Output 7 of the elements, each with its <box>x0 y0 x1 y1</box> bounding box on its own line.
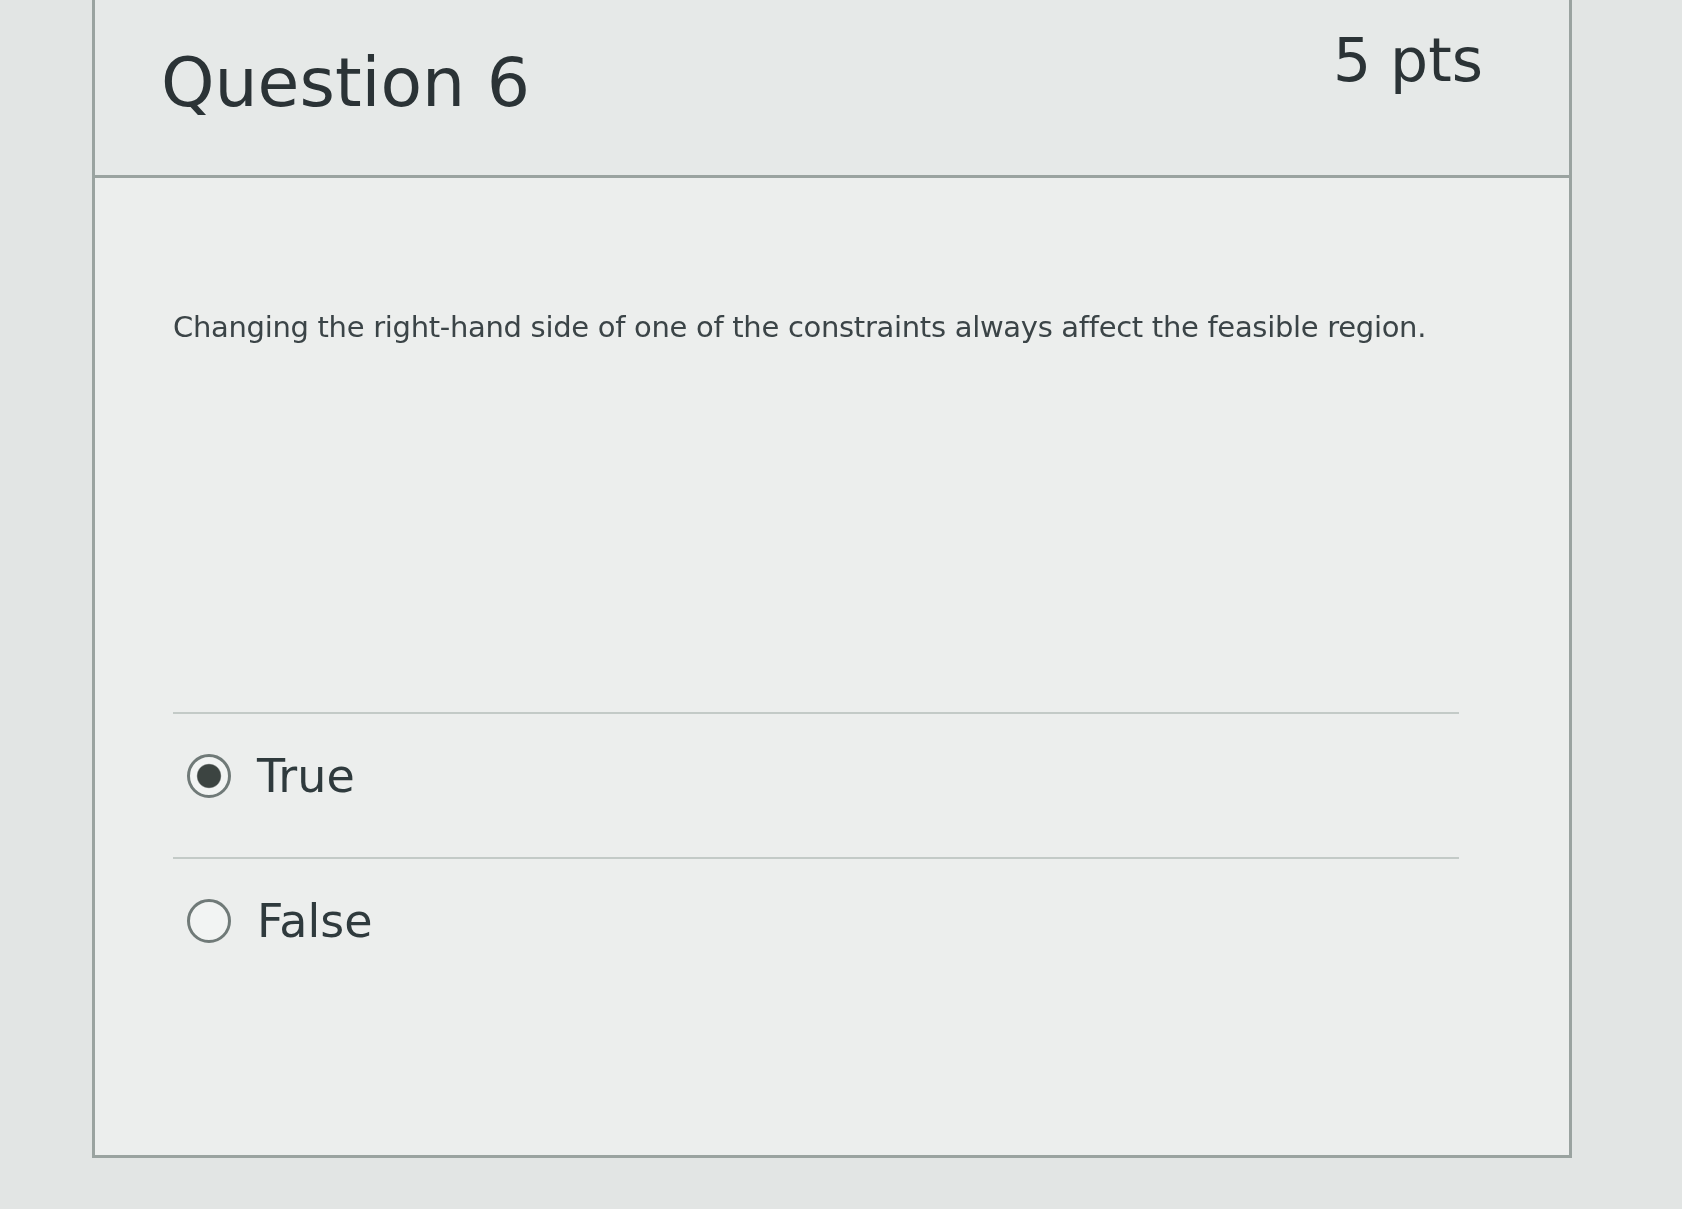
radio-button[interactable] <box>187 899 231 943</box>
question-title: Question 6 <box>161 42 531 124</box>
answer-label[interactable]: True <box>257 741 355 811</box>
radio-button[interactable] <box>187 754 231 798</box>
answer-label[interactable]: False <box>257 886 373 956</box>
points-label: 5 pts <box>1332 24 1483 96</box>
question-text: Changing the right-hand side of one of the constraints always affect the feasible region. <box>173 309 1428 346</box>
